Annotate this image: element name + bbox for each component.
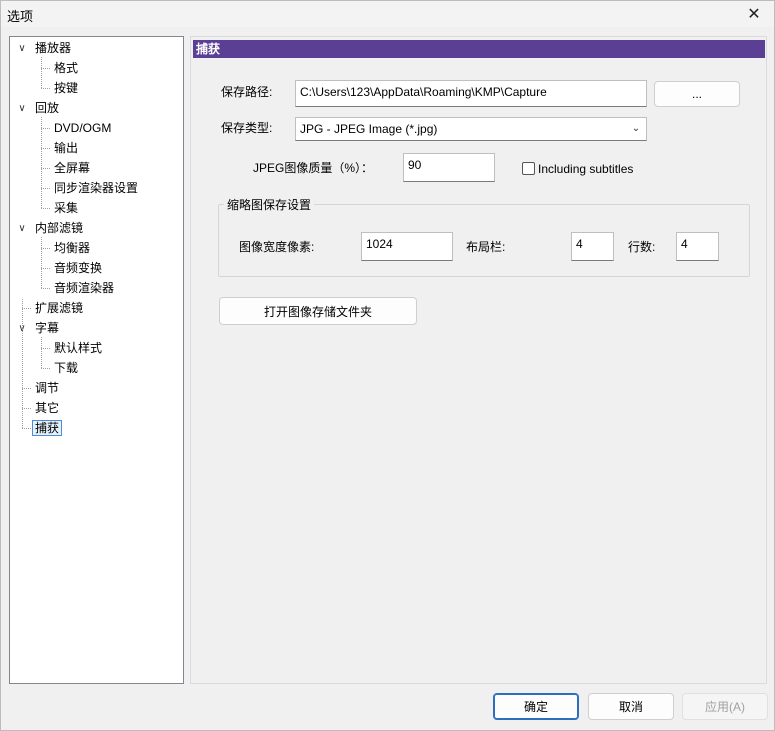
tree-item[interactable]: 按键 [51, 79, 81, 97]
image-width-input[interactable]: 1024 [361, 232, 453, 261]
section-header: 捕获 [193, 40, 765, 58]
tree-item-label: 输出 [54, 141, 79, 155]
tree-item-label: 字幕 [35, 321, 60, 335]
ok-button[interactable]: 确定 [493, 693, 579, 720]
tree-item[interactable]: 格式 [51, 59, 81, 77]
tree-connector [22, 428, 31, 429]
tree-item[interactable]: 回放 [32, 99, 62, 117]
tree-connector [41, 117, 42, 208]
tree-item-label: 全屏幕 [54, 161, 91, 175]
tree-item[interactable]: 音频变换 [51, 259, 105, 277]
tree-item-label: 调节 [35, 381, 60, 395]
tree-item-label: 按键 [54, 81, 79, 95]
tree-item[interactable]: 默认样式 [51, 339, 105, 357]
tree-item-label: 其它 [35, 401, 60, 415]
thumbnail-group-title: 缩略图保存设置 [224, 197, 315, 213]
save-type-label: 保存类型: [221, 121, 273, 135]
tree-item[interactable]: 扩展滤镜 [32, 299, 86, 317]
tree-connector [41, 237, 42, 288]
tree-connector [41, 168, 50, 169]
tree-item-label: 音频变换 [54, 261, 103, 275]
tree-connector [41, 288, 50, 289]
tree-item-label: DVD/OGM [54, 121, 112, 135]
tree-item[interactable]: 同步渲染器设置 [51, 179, 141, 197]
tree-item-label: 格式 [54, 61, 79, 75]
tree-item[interactable]: 其它 [32, 399, 62, 417]
tree-item-label: 下载 [54, 361, 79, 375]
tree-connector [41, 268, 50, 269]
options-tree[interactable]: 播放器 ∨ 格式按键回放 ∨ DVD/OGM 输出全屏幕同步渲染器设置 采集内部滤镜 ∨ 均衡器… [9, 36, 184, 684]
tree-item-label: 均衡器 [54, 241, 91, 255]
tree-item[interactable]: 字幕 [32, 319, 62, 337]
tree-item[interactable]: 采集 [51, 199, 81, 217]
tree-item-label: 扩展滤镜 [35, 301, 84, 315]
options-dialog: 选项 ✕ 播放器 ∨ 格式按键回放 ∨ DVD/OGM 输出全屏幕同步渲染器设置 采集内部滤… [0, 0, 775, 731]
tree-item-label: 采集 [54, 201, 79, 215]
tree-connector [41, 337, 42, 368]
save-path-label: 保存路径: [221, 85, 273, 99]
tree-item-label: 同步渲染器设置 [54, 181, 139, 195]
close-icon[interactable]: ✕ [738, 1, 770, 27]
chevron-down-icon: ⌄ [631, 123, 641, 134]
tree-connector [41, 57, 42, 88]
tree-item[interactable]: 调节 [32, 379, 62, 397]
tree-item[interactable]: DVD/OGM [51, 119, 114, 137]
tree-connector [41, 88, 50, 89]
tree-connector [41, 208, 50, 209]
tree-connector [41, 128, 50, 129]
tree-connector [41, 148, 50, 149]
jpeg-quality-input[interactable]: 90 [403, 153, 495, 182]
tree-item[interactable]: 输出 [51, 139, 81, 157]
tree-item[interactable]: 播放器 [32, 39, 74, 57]
tree-item[interactable]: 音频渲染器 [51, 279, 117, 297]
tree-item-label: 播放器 [35, 41, 72, 55]
jpeg-quality-label: JPEG图像质量（%）： [253, 161, 374, 175]
save-path-input[interactable]: C:\Users\123\AppData\Roaming\KMP\Capture [295, 80, 647, 107]
columns-input[interactable]: 4 [571, 232, 614, 261]
include-subtitles-checkbox[interactable] [522, 162, 535, 175]
tree-connector [22, 408, 31, 409]
tree-connector [22, 388, 31, 389]
tree-item-label: 捕获 [32, 420, 63, 436]
tree-connector [41, 348, 50, 349]
image-width-label: 图像宽度像素: [239, 240, 315, 254]
cancel-button[interactable]: 取消 [588, 693, 674, 720]
tree-item-label: 音频渲染器 [54, 281, 115, 295]
include-subtitles-label: Including subtitles [538, 162, 634, 176]
tree-item-label: 默认样式 [54, 341, 103, 355]
tree-connector [41, 188, 50, 189]
tree-connector [41, 368, 50, 369]
open-folder-button[interactable]: 打开图像存储文件夹 [219, 297, 417, 325]
rows-input[interactable]: 4 [676, 232, 719, 261]
tree-connector [41, 248, 50, 249]
columns-label: 布局栏: [466, 240, 506, 254]
title-bar: 选项 ✕ [1, 1, 774, 27]
tree-item-label: 回放 [35, 101, 60, 115]
tree-item-label: 内部滤镜 [35, 221, 84, 235]
tree-item[interactable]: 全屏幕 [51, 159, 93, 177]
browse-button[interactable]: ... [654, 81, 740, 107]
chevron-down-icon[interactable]: ∨ [16, 99, 28, 117]
tree-item[interactable]: 捕获 [32, 419, 63, 437]
tree-item[interactable]: 均衡器 [51, 239, 93, 257]
save-type-select[interactable]: JPG - JPEG Image (*.jpg) ⌄ [295, 117, 647, 141]
apply-button[interactable]: 应用(A) [682, 693, 768, 720]
tree-item[interactable]: 内部滤镜 [32, 219, 86, 237]
tree-connector [41, 68, 50, 69]
chevron-down-icon[interactable]: ∨ [16, 39, 28, 57]
tree-item[interactable]: 下载 [51, 359, 81, 377]
tree-connector [22, 308, 31, 309]
save-type-value: JPG - JPEG Image (*.jpg) [300, 122, 438, 136]
rows-label: 行数: [628, 240, 656, 254]
window-title: 选项 [7, 9, 34, 24]
chevron-down-icon[interactable]: ∨ [16, 219, 28, 237]
tree-connector [22, 299, 23, 428]
